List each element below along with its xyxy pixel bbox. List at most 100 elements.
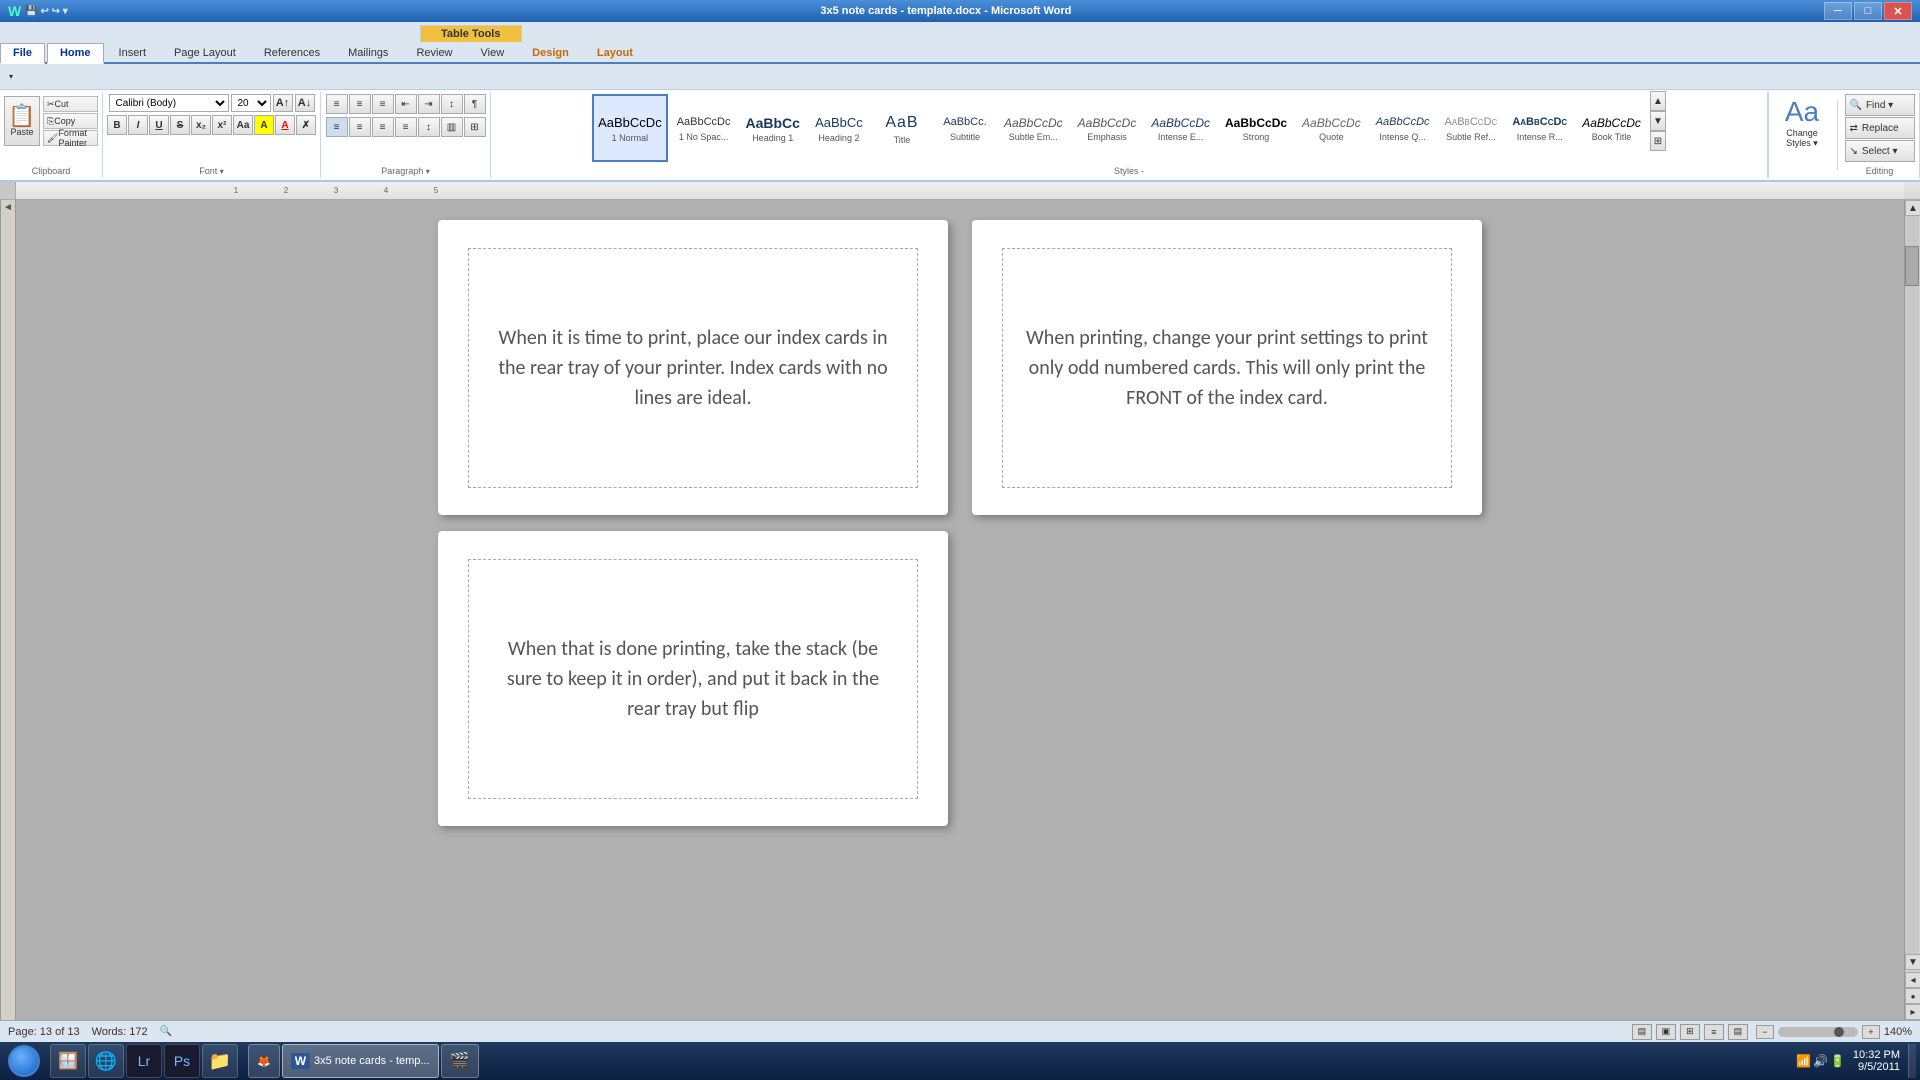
style-title[interactable]: AaB Title xyxy=(872,94,932,162)
vertical-scrollbar[interactable]: ▲ ▼ ◂ ● ▸ xyxy=(1904,200,1920,1020)
taskbar-windows-icon[interactable]: 🪟 xyxy=(50,1044,86,1078)
tab-home[interactable]: Home xyxy=(47,43,104,64)
scroll-up-arrow[interactable]: ▲ xyxy=(1905,200,1920,216)
cut-button[interactable]: ✂ Cut xyxy=(43,96,98,112)
style-heading-2[interactable]: AaBbCc Heading 2 xyxy=(809,94,869,162)
shading-button[interactable]: ▥ xyxy=(441,117,463,137)
show-hide-button[interactable]: ¶ xyxy=(464,94,486,114)
tab-file[interactable]: File xyxy=(0,43,45,64)
bold-button[interactable]: B xyxy=(107,115,127,135)
styles-scroll-up[interactable]: ▲ xyxy=(1650,91,1666,111)
taskbar-firefox-app[interactable]: 🦊 xyxy=(248,1044,280,1078)
numbering-button[interactable]: ≡ xyxy=(349,94,371,114)
toggle-styles-btn[interactable]: ▾ xyxy=(4,70,18,84)
style-subtitle[interactable]: AaBbCc. Subtitle xyxy=(935,94,995,162)
show-desktop-button[interactable] xyxy=(1908,1044,1916,1078)
tray-network[interactable]: 📶 xyxy=(1796,1054,1811,1068)
tab-design[interactable]: Design xyxy=(519,43,582,62)
taskbar-app-ps[interactable]: Ps xyxy=(164,1044,200,1078)
tab-view[interactable]: View xyxy=(468,43,518,62)
change-case-button[interactable]: Aa xyxy=(233,115,253,135)
tab-mailings[interactable]: Mailings xyxy=(335,43,401,62)
style-strong[interactable]: AaBbCcDc Strong xyxy=(1219,94,1293,162)
style-normal[interactable]: AaBbCcDc 1 Normal xyxy=(592,94,668,162)
align-right-button[interactable]: ≡ xyxy=(372,117,394,137)
borders-button[interactable]: ⊞ xyxy=(464,117,486,137)
paste-button[interactable]: 📋 Paste xyxy=(4,96,40,146)
style-intense-ref[interactable]: AaBbCcDc Intense R... xyxy=(1506,94,1573,162)
increase-font-btn[interactable]: A↑ xyxy=(273,94,293,112)
note-card-2[interactable]: When printing, change your print setting… xyxy=(972,220,1482,515)
maximize-button[interactable]: □ xyxy=(1854,2,1882,20)
clear-formatting-button[interactable]: ✗ xyxy=(296,115,316,135)
style-intense-quote[interactable]: AaBbCcDc Intense Q... xyxy=(1370,94,1436,162)
note-card-1[interactable]: When it is time to print, place our inde… xyxy=(438,220,948,515)
increase-indent-button[interactable]: ⇥ xyxy=(418,94,440,114)
style-intense-em[interactable]: AaBbCcDc Intense E... xyxy=(1145,94,1216,162)
taskbar-app-explorer[interactable]: 📁 xyxy=(202,1044,238,1078)
tab-page-layout[interactable]: Page Layout xyxy=(161,43,249,62)
scroll-down-arrow[interactable]: ▼ xyxy=(1905,954,1920,970)
style-subtle-em[interactable]: AaBbCcDc Subtle Em... xyxy=(998,94,1069,162)
style-no-space[interactable]: AaBbCcDc 1 No Spac... xyxy=(671,94,737,162)
copy-button[interactable]: ⎘ Copy xyxy=(43,113,98,129)
tab-insert[interactable]: Insert xyxy=(106,43,160,62)
justify-button[interactable]: ≡ xyxy=(395,117,417,137)
find-button[interactable]: 🔍 Find ▾ xyxy=(1845,94,1915,116)
select-button[interactable]: ↘ Select ▾ xyxy=(1845,140,1915,162)
style-emphasis[interactable]: AaBbCcDc Emphasis xyxy=(1072,94,1143,162)
change-styles-button[interactable]: Aa ChangeStyles ▾ xyxy=(1777,96,1827,163)
note-card-2-text[interactable]: When printing, change your print setting… xyxy=(1023,323,1431,413)
style-book-title[interactable]: AaBbCcDc Book Title xyxy=(1576,94,1647,162)
center-button[interactable]: ≡ xyxy=(349,117,371,137)
full-reading-btn[interactable]: ▣ xyxy=(1656,1024,1676,1040)
replace-button[interactable]: ⇄ Replace xyxy=(1845,117,1915,139)
underline-button[interactable]: U xyxy=(149,115,169,135)
draft-btn[interactable]: ▤ xyxy=(1728,1024,1748,1040)
subscript-button[interactable]: x₂ xyxy=(191,115,211,135)
tab-review[interactable]: Review xyxy=(403,43,465,62)
zoom-slider[interactable] xyxy=(1778,1027,1858,1037)
style-heading-1[interactable]: AaBbCc Heading 1 xyxy=(739,94,805,162)
multilevel-button[interactable]: ≡ xyxy=(372,94,394,114)
start-button[interactable] xyxy=(4,1044,44,1078)
taskbar-word-app[interactable]: W 3x5 note cards - temp... xyxy=(282,1044,439,1078)
tab-references[interactable]: References xyxy=(251,43,333,62)
styles-expand[interactable]: ⊞ xyxy=(1650,131,1666,151)
tab-layout[interactable]: Layout xyxy=(584,43,646,62)
line-spacing-button[interactable]: ↕ xyxy=(418,117,440,137)
taskbar-app-lightroom[interactable]: Lr xyxy=(126,1044,162,1078)
strikethrough-button[interactable]: S xyxy=(170,115,190,135)
outline-btn[interactable]: ≡ xyxy=(1704,1024,1724,1040)
taskbar-app-ie[interactable]: 🌐 xyxy=(88,1044,124,1078)
taskbar-vlc-app[interactable]: 🎬 xyxy=(441,1044,479,1078)
note-card-3[interactable]: When that is done printing, take the sta… xyxy=(438,531,948,826)
bullets-button[interactable]: ≡ xyxy=(326,94,348,114)
print-layout-btn[interactable]: ▤ xyxy=(1632,1024,1652,1040)
next-page-arrow[interactable]: ▸ xyxy=(1905,1004,1920,1020)
prev-page-arrow[interactable]: ◂ xyxy=(1905,972,1920,988)
tray-volume[interactable]: 🔊 xyxy=(1813,1054,1828,1068)
decrease-font-btn[interactable]: A↓ xyxy=(295,94,315,112)
web-layout-btn[interactable]: ⊞ xyxy=(1680,1024,1700,1040)
close-button[interactable]: ✕ xyxy=(1884,2,1912,20)
sort-button[interactable]: ↕ xyxy=(441,94,463,114)
scroll-thumb[interactable] xyxy=(1905,246,1919,286)
styles-scroll-down[interactable]: ▼ xyxy=(1650,111,1666,131)
format-painter-button[interactable]: 🖌 Format Painter xyxy=(43,130,98,146)
italic-button[interactable]: I xyxy=(128,115,148,135)
zoom-in-btn[interactable]: + xyxy=(1862,1025,1880,1039)
font-size-select[interactable]: 20 xyxy=(231,94,271,112)
minimize-button[interactable]: ─ xyxy=(1824,2,1852,20)
font-color-button[interactable]: A xyxy=(275,115,295,135)
superscript-button[interactable]: x² xyxy=(212,115,232,135)
style-subtle-ref[interactable]: AaBbCcDc Subtle Ref... xyxy=(1439,94,1504,162)
style-quote[interactable]: AaBbCcDc Quote xyxy=(1296,94,1367,162)
font-name-select[interactable]: Calibri (Body) xyxy=(109,94,229,112)
zoom-thumb[interactable] xyxy=(1834,1027,1844,1037)
zoom-out-btn[interactable]: − xyxy=(1756,1025,1774,1039)
text-highlight-button[interactable]: A xyxy=(254,115,274,135)
note-card-1-text[interactable]: When it is time to print, place our inde… xyxy=(489,323,897,413)
note-card-3-text[interactable]: When that is done printing, take the sta… xyxy=(489,634,897,724)
align-left-button[interactable]: ≡ xyxy=(326,117,348,137)
